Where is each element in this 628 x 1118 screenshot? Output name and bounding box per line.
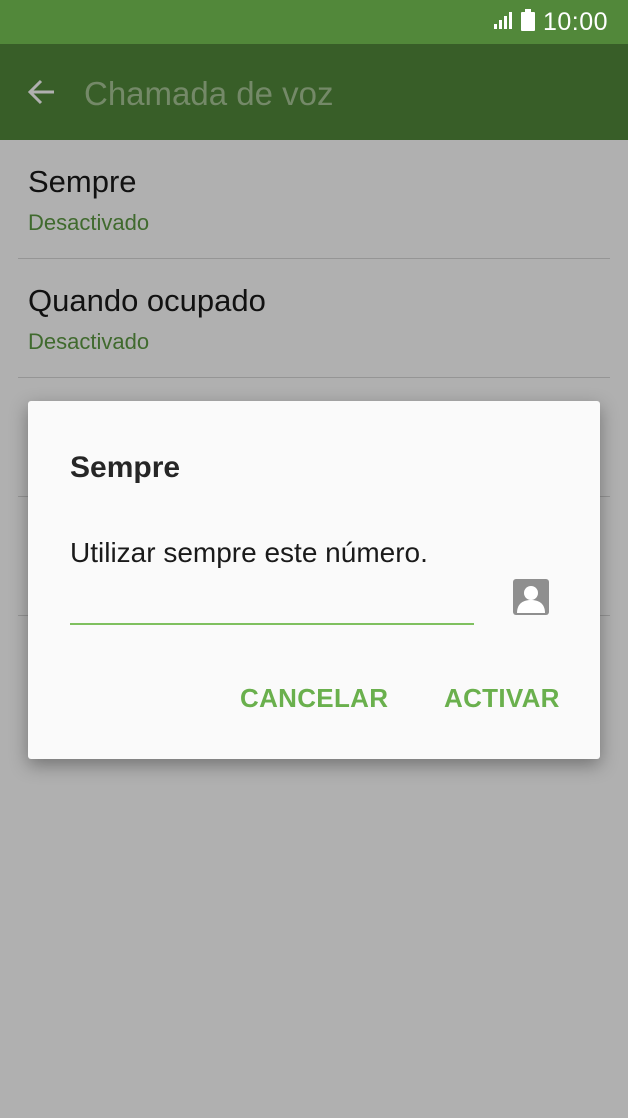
contact-picker-button[interactable] xyxy=(512,578,550,620)
activate-button[interactable]: ACTIVAR xyxy=(444,683,560,714)
status-bar: 10:00 xyxy=(0,0,628,44)
dialog-message: Utilizar sempre este número. xyxy=(70,537,428,568)
battery-icon xyxy=(520,8,535,36)
forward-always-dialog: Sempre Utilizar sempre este número. CANC… xyxy=(28,401,600,759)
contact-picker-icon xyxy=(513,578,549,620)
status-icons: 10:00 xyxy=(493,8,608,36)
cancel-button[interactable]: CANCELAR xyxy=(240,683,388,714)
status-time: 10:00 xyxy=(542,7,608,36)
phone-number-input[interactable] xyxy=(70,587,474,625)
signal-icon xyxy=(493,10,513,35)
dialog-title: Sempre xyxy=(70,451,181,484)
